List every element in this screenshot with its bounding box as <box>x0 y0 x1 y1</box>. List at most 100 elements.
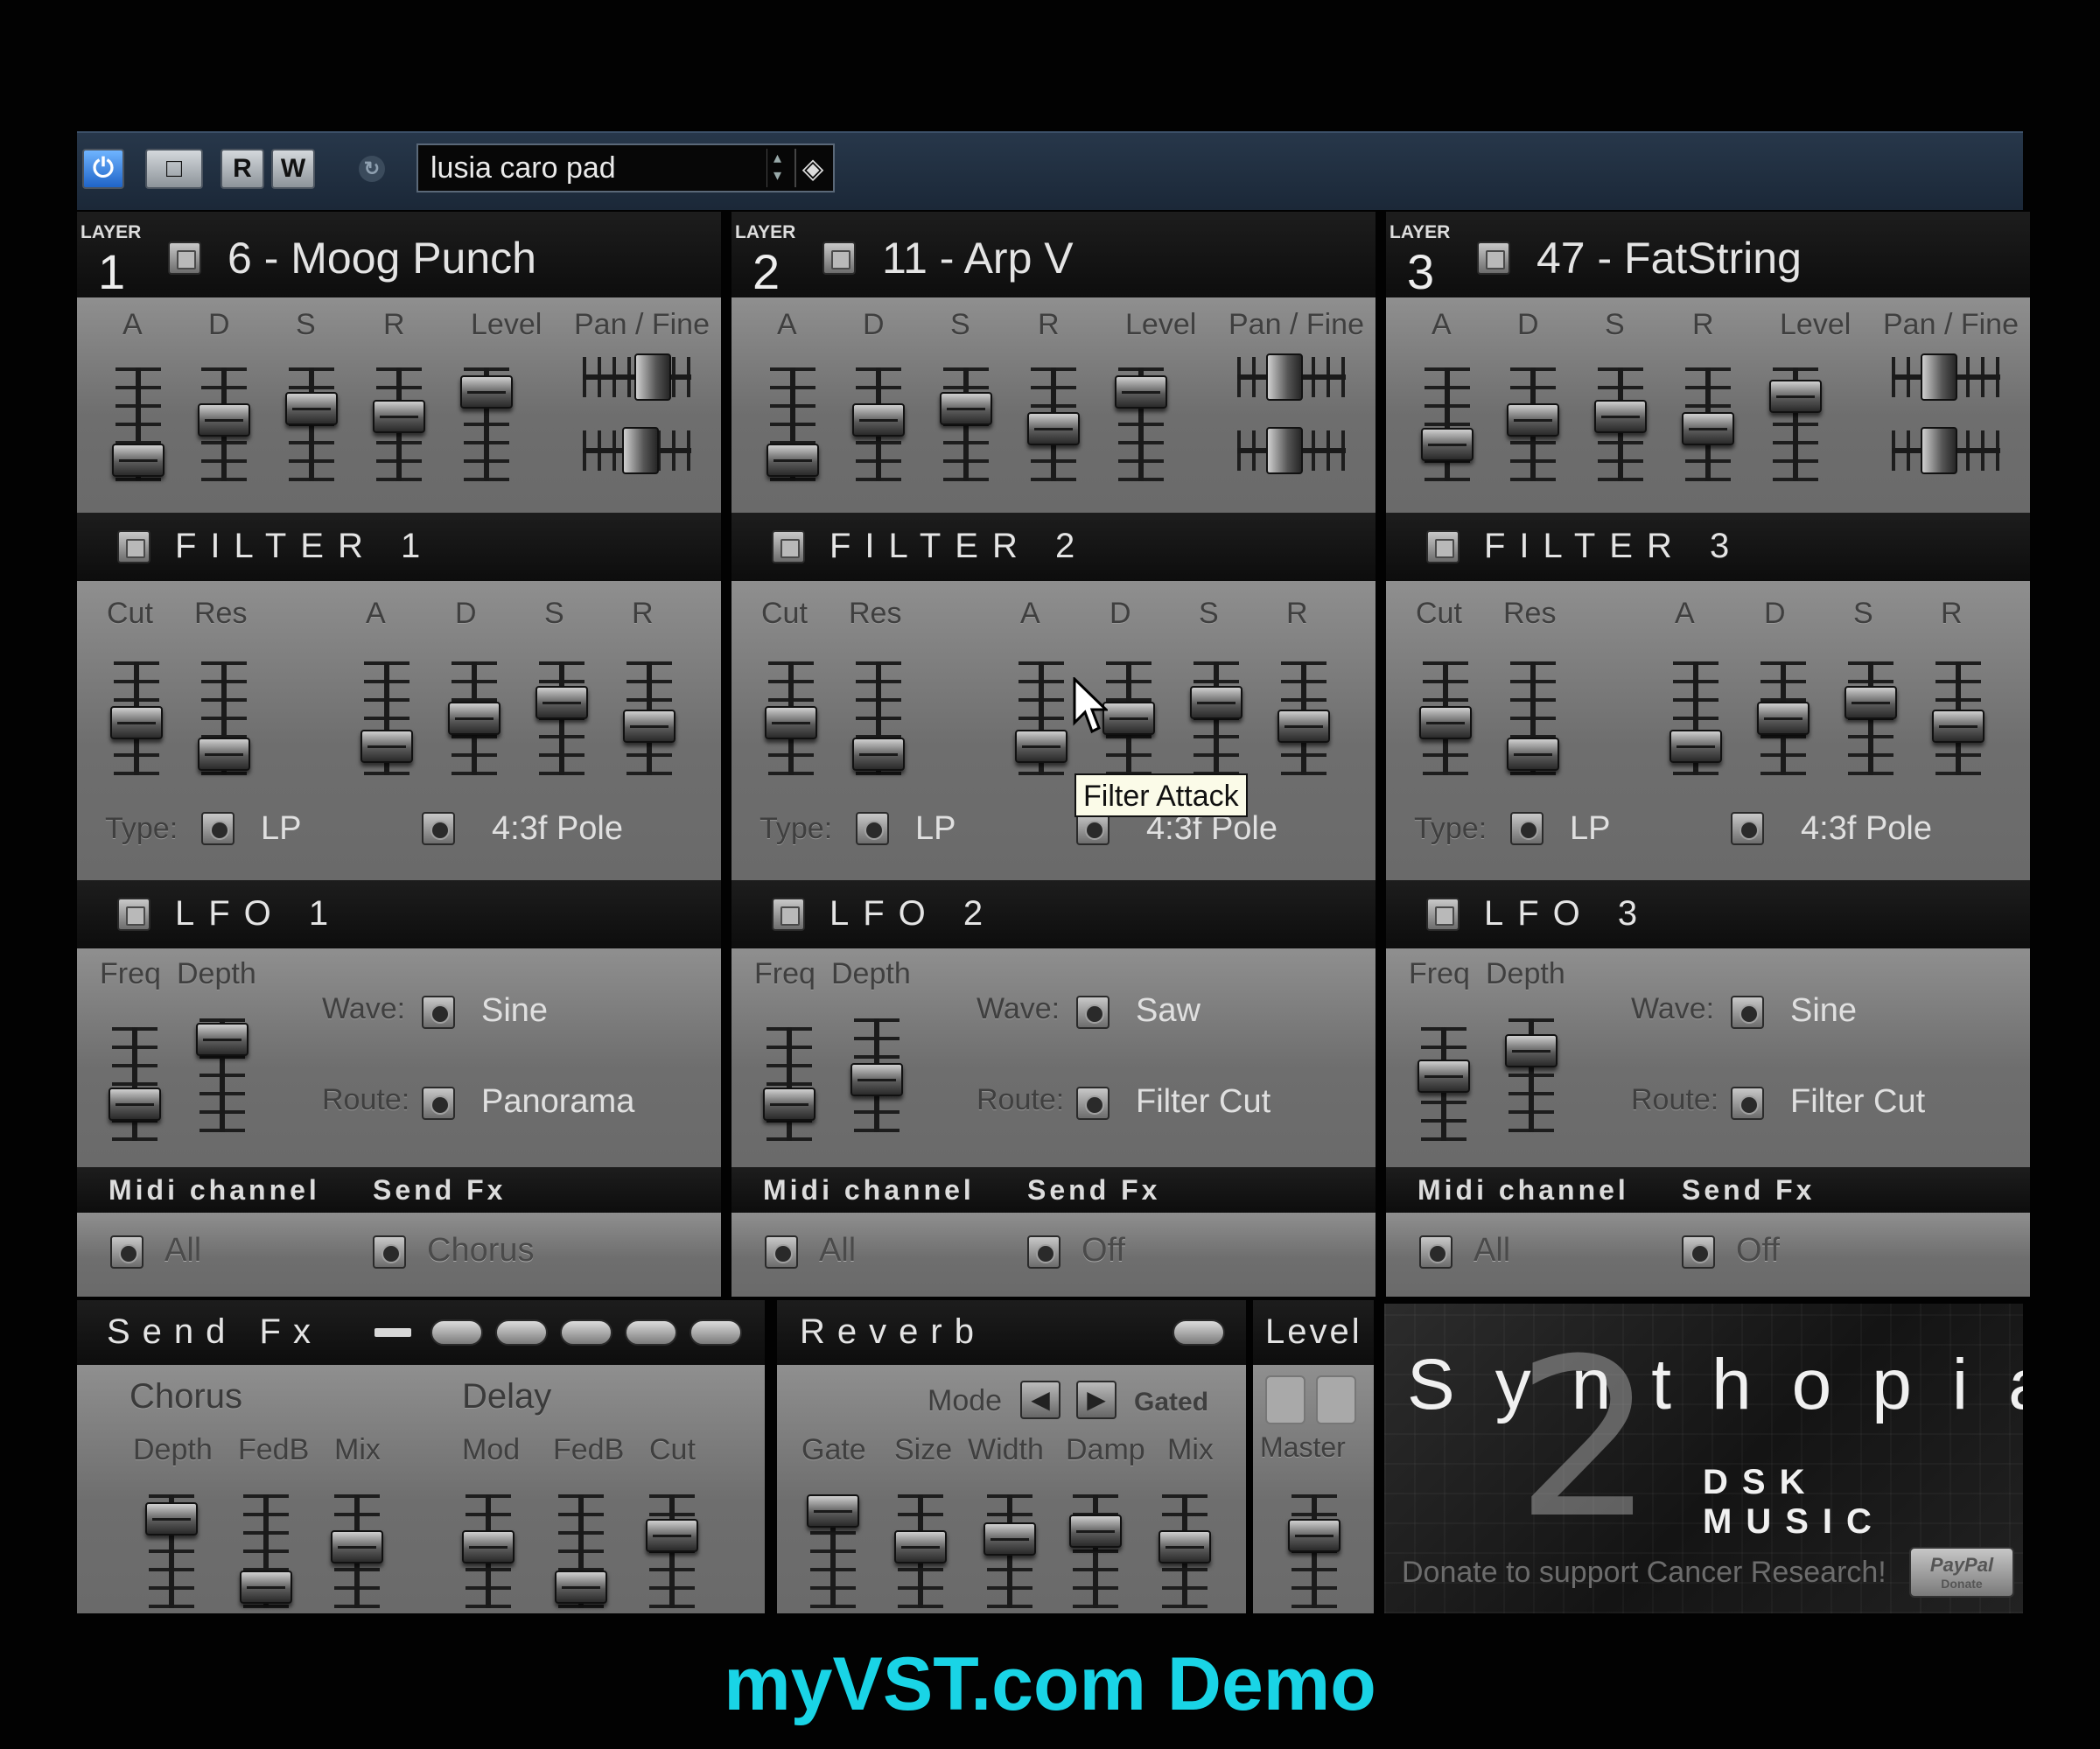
midi-channel-button[interactable] <box>765 1235 798 1269</box>
lfo-route-button[interactable] <box>1076 1087 1110 1120</box>
slider-knob[interactable] <box>1015 730 1068 763</box>
lfo-route-button[interactable] <box>422 1087 455 1120</box>
slider-knob[interactable] <box>1115 375 1167 409</box>
vertical-slider[interactable] <box>1190 661 1242 775</box>
lfo-wave-button[interactable] <box>1731 996 1764 1029</box>
filter-enable-button[interactable] <box>772 530 805 563</box>
slider-knob[interactable] <box>1421 428 1474 461</box>
vertical-slider[interactable] <box>373 367 425 481</box>
vertical-slider[interactable] <box>285 367 338 481</box>
read-automation-button[interactable]: R <box>220 149 264 189</box>
vertical-slider[interactable] <box>1421 367 1474 481</box>
slider-knob[interactable] <box>765 706 817 739</box>
slider-knob[interactable] <box>1266 353 1303 401</box>
vertical-slider[interactable] <box>623 661 676 775</box>
vertical-slider[interactable] <box>850 1018 903 1132</box>
lfo-route-button[interactable] <box>1731 1087 1764 1120</box>
slider-knob[interactable] <box>460 375 513 409</box>
vertical-slider[interactable] <box>1682 367 1734 481</box>
slider-knob[interactable] <box>622 427 659 474</box>
donate-link[interactable]: Donate to support Cancer Research! <box>1402 1556 1886 1590</box>
slider-knob[interactable] <box>448 702 500 735</box>
slider-knob[interactable] <box>1921 427 1957 474</box>
vertical-slider[interactable] <box>1418 1027 1470 1141</box>
slider-knob[interactable] <box>1102 702 1155 735</box>
slider-knob[interactable] <box>198 403 250 437</box>
slider-knob[interactable] <box>807 1494 859 1528</box>
vertical-slider[interactable] <box>852 367 905 481</box>
slider-knob[interactable] <box>1288 1519 1340 1552</box>
pan-slider[interactable] <box>1892 353 2000 401</box>
slider-knob[interactable] <box>1844 686 1897 719</box>
power-button[interactable]: ⏻ <box>82 149 124 189</box>
vertical-slider[interactable] <box>536 661 588 775</box>
slider-knob[interactable] <box>1769 380 1822 413</box>
vertical-slider[interactable] <box>1594 367 1647 481</box>
filter-enable-button[interactable] <box>117 530 150 563</box>
vertical-slider[interactable] <box>112 367 164 481</box>
slider-knob[interactable] <box>894 1530 947 1564</box>
vertical-slider[interactable] <box>1670 661 1722 775</box>
pan-slider[interactable] <box>583 353 691 401</box>
slider-knob[interactable] <box>1682 412 1734 445</box>
vertical-slider[interactable] <box>1932 661 1984 775</box>
slider-knob[interactable] <box>1670 730 1722 763</box>
slider-knob[interactable] <box>634 353 671 401</box>
vertical-slider[interactable] <box>555 1494 607 1608</box>
paypal-donate-button[interactable]: PayPal Donate <box>1909 1547 2014 1598</box>
slider-knob[interactable] <box>850 1063 903 1096</box>
send-fx-button[interactable] <box>1027 1235 1060 1269</box>
lfo-enable-button[interactable] <box>1426 898 1460 931</box>
vertical-slider[interactable] <box>331 1494 383 1608</box>
vertical-slider[interactable] <box>198 367 250 481</box>
slider-knob[interactable] <box>1069 1515 1122 1548</box>
vertical-slider[interactable] <box>1069 1494 1122 1608</box>
slider-knob[interactable] <box>1505 1034 1558 1067</box>
reverb-enable-button[interactable] <box>1172 1319 1225 1346</box>
edit-button[interactable]: □ <box>145 149 203 189</box>
write-automation-button[interactable]: W <box>271 149 315 189</box>
vertical-slider[interactable] <box>198 661 250 775</box>
filter-pole-button[interactable] <box>1731 812 1764 845</box>
vertical-slider[interactable] <box>1507 367 1559 481</box>
patch-select-button[interactable] <box>168 241 201 275</box>
vertical-slider[interactable] <box>1027 367 1080 481</box>
vertical-slider[interactable] <box>766 367 819 481</box>
vertical-slider[interactable] <box>1115 367 1167 481</box>
pan-slider[interactable] <box>1892 427 2000 474</box>
send-fx-button[interactable] <box>1682 1235 1715 1269</box>
lfo-enable-button[interactable] <box>772 898 805 931</box>
slider-knob[interactable] <box>1266 427 1303 474</box>
slider-knob[interactable] <box>555 1571 607 1604</box>
slider-knob[interactable] <box>536 686 588 719</box>
sync-button[interactable]: ↻ <box>359 156 385 182</box>
vertical-slider[interactable] <box>1507 661 1559 775</box>
vertical-slider[interactable] <box>1757 661 1810 775</box>
slider-knob[interactable] <box>852 738 905 771</box>
slider-knob[interactable] <box>1594 400 1647 433</box>
slider-knob[interactable] <box>462 1530 514 1564</box>
slider-knob[interactable] <box>331 1530 383 1564</box>
vertical-slider[interactable] <box>196 1018 248 1132</box>
mode-prev-button[interactable]: ◀ <box>1020 1381 1060 1419</box>
slider-knob[interactable] <box>1158 1530 1211 1564</box>
vertical-slider[interactable] <box>1505 1018 1558 1132</box>
slider-knob[interactable] <box>1418 1060 1470 1093</box>
fx-slot-button-2[interactable] <box>495 1319 548 1346</box>
vertical-slider[interactable] <box>1844 661 1897 775</box>
filter-pole-button[interactable] <box>422 812 455 845</box>
vertical-slider[interactable] <box>646 1494 698 1608</box>
vertical-slider[interactable] <box>1288 1494 1340 1608</box>
slider-knob[interactable] <box>1757 702 1810 735</box>
midi-channel-button[interactable] <box>1419 1235 1452 1269</box>
vertical-slider[interactable] <box>765 661 817 775</box>
preset-stepper[interactable]: ▴ ▾ <box>766 149 788 187</box>
lfo-wave-button[interactable] <box>1076 996 1110 1029</box>
chevron-down-icon[interactable]: ▾ <box>767 166 788 184</box>
send-fx-button[interactable] <box>373 1235 406 1269</box>
fx-off-button[interactable] <box>374 1328 411 1337</box>
vertical-slider[interactable] <box>462 1494 514 1608</box>
slider-knob[interactable] <box>623 710 676 743</box>
vertical-slider[interactable] <box>940 367 992 481</box>
vertical-slider[interactable] <box>108 1027 161 1141</box>
